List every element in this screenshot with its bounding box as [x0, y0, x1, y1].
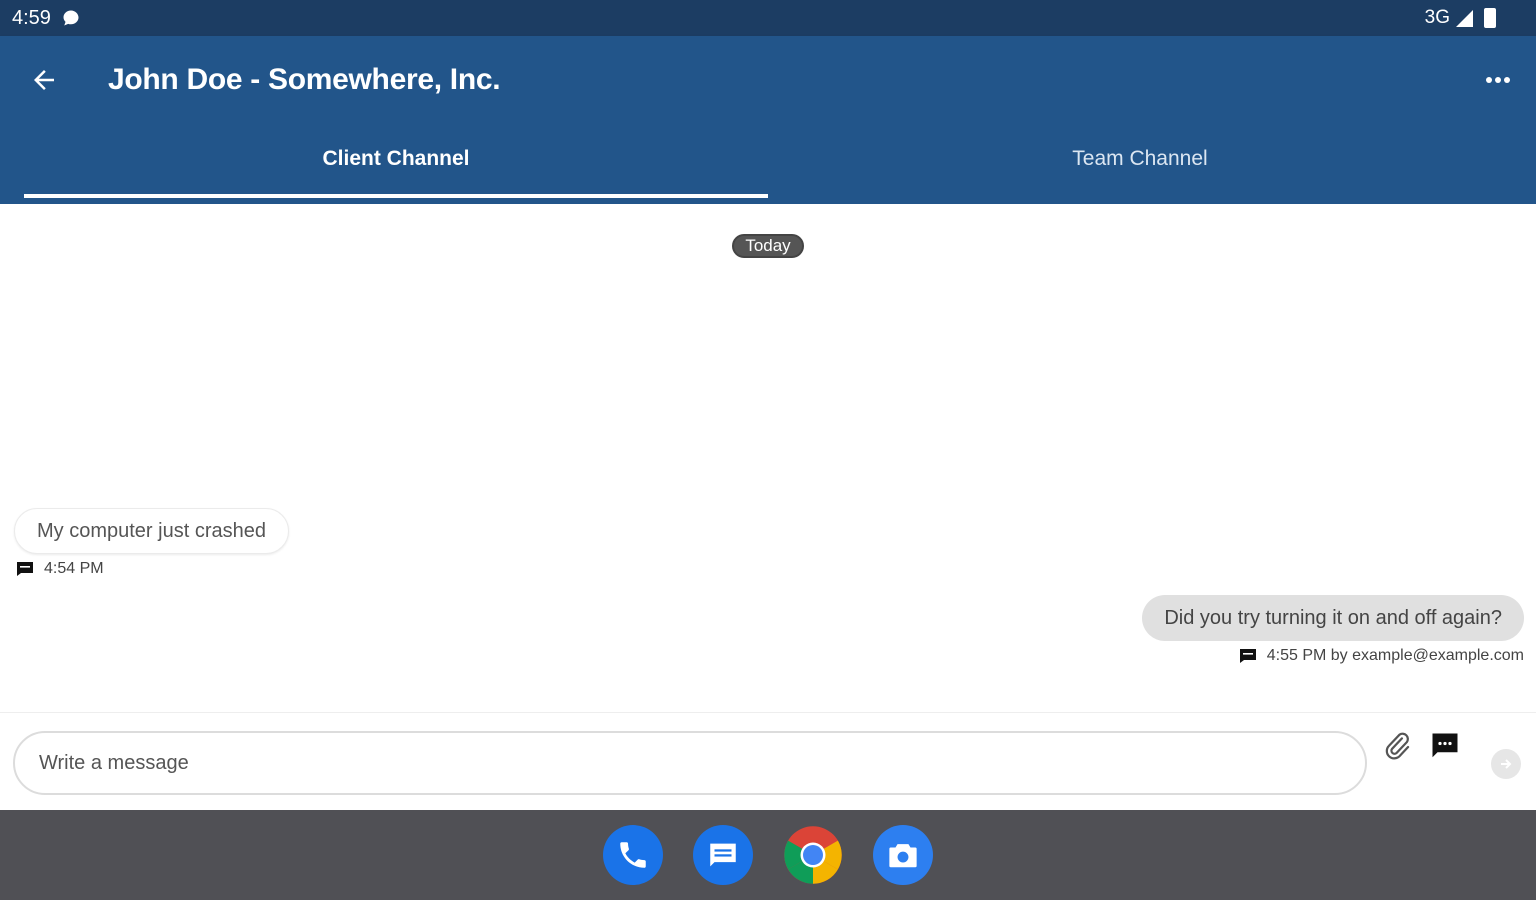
status-time: 4:59 — [12, 7, 51, 29]
paperclip-icon — [1385, 732, 1410, 760]
more-options-button[interactable] — [1478, 60, 1518, 100]
message-timestamp: 4:55 PM by example@example.com — [1266, 647, 1524, 664]
page-title: John Doe - Somewhere, Inc. — [108, 63, 501, 96]
message-template-icon — [1432, 733, 1458, 758]
message-list[interactable]: Today My computer just crashed 4:54 PM D… — [0, 204, 1536, 712]
message-meta: 4:55 PM by example@example.com — [1239, 647, 1524, 665]
outgoing-message-bubble[interactable]: Did you try turning it on and off again? — [1142, 595, 1524, 641]
chat-bubble-icon — [63, 10, 79, 26]
sms-icon — [1239, 649, 1256, 663]
message-template-button[interactable] — [1430, 731, 1460, 761]
message-meta: 4:54 PM — [16, 560, 104, 578]
send-icon — [1501, 759, 1512, 769]
date-divider: Today — [732, 234, 804, 258]
attach-button[interactable] — [1382, 731, 1412, 763]
tab-client-channel[interactable]: Client Channel — [24, 134, 768, 196]
sms-icon — [17, 562, 33, 576]
arrow-left-icon — [34, 70, 54, 90]
signal-icon — [1456, 10, 1473, 27]
messages-icon — [710, 843, 736, 867]
chrome-icon — [784, 826, 842, 884]
back-button[interactable] — [24, 60, 64, 100]
send-button[interactable] — [1491, 749, 1521, 779]
more-horizontal-icon — [1486, 77, 1510, 83]
tab-indicator — [24, 194, 768, 198]
camera-app-button[interactable] — [873, 825, 933, 885]
battery-icon — [1484, 8, 1496, 28]
network-type: 3G — [1424, 7, 1450, 28]
tab-team-channel[interactable]: Team Channel — [768, 134, 1512, 196]
composer — [0, 712, 1536, 810]
phone-app-button[interactable] — [603, 825, 663, 885]
message-timestamp: 4:54 PM — [44, 560, 104, 577]
message-text: My computer just crashed — [37, 519, 266, 542]
status-indicators: 3G — [1425, 7, 1496, 29]
messages-app-button[interactable] — [693, 825, 753, 885]
app-bar: John Doe - Somewhere, Inc. Client Channe… — [0, 36, 1536, 204]
incoming-message-bubble[interactable]: My computer just crashed — [14, 508, 289, 554]
message-input[interactable] — [13, 731, 1367, 795]
app-dock — [0, 810, 1536, 900]
message-text: Did you try turning it on and off again? — [1164, 606, 1502, 629]
status-bar: 4:59 3G — [0, 0, 1536, 36]
phone-icon — [620, 842, 646, 868]
camera-icon — [889, 844, 917, 868]
chrome-app-button[interactable] — [783, 825, 843, 885]
